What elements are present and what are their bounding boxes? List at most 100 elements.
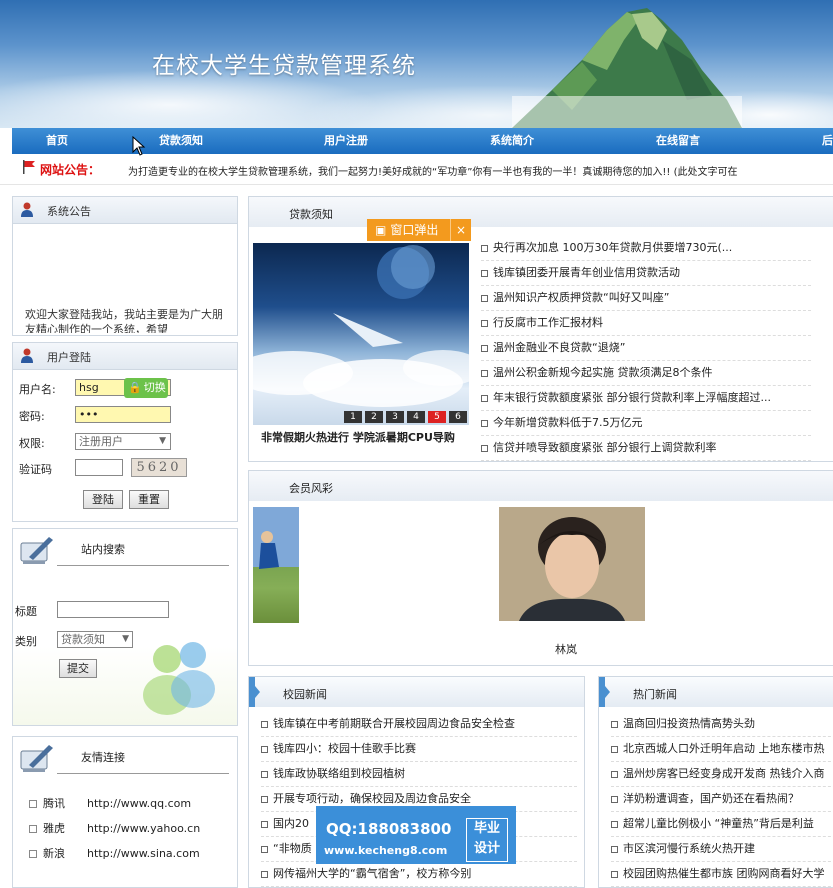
panel-title: 贷款须知 <box>289 208 333 221</box>
news-item[interactable]: 钱库镇在中考前期联合开展校园周边食品安全检查 <box>261 715 515 731</box>
slideshow-page-button[interactable]: 1 <box>344 411 362 423</box>
member-photo-partial[interactable] <box>253 507 299 623</box>
panel-title: 站内搜索 <box>81 543 125 556</box>
news-item[interactable]: 超常儿童比例极小 “神童热”背后是利益 <box>611 815 814 831</box>
panel-header: 站内搜索 <box>13 529 237 573</box>
reset-button[interactable]: 重置 <box>129 490 169 509</box>
bullet-icon <box>261 795 268 803</box>
link-item[interactable]: 腾讯 http://www.qq.com <box>29 795 191 811</box>
news-title[interactable]: 开展专项行动，确保校园及周边食品安全 <box>273 792 471 805</box>
news-title[interactable]: 今年新增贷款料低于7.5万亿元 <box>493 416 643 429</box>
nav-admin[interactable]: 后 <box>822 128 833 154</box>
panel-title: 用户登陆 <box>47 351 91 364</box>
news-title[interactable]: 钱库政协联络组到校园植树 <box>273 767 405 780</box>
search-title-input[interactable] <box>57 601 169 618</box>
qq-watermark: QQ:188083800 www.kecheng8.com 毕业 设计 <box>316 806 516 864</box>
slideshow-page-button[interactable]: 6 <box>449 411 467 423</box>
member-portrait-image <box>499 507 645 621</box>
password-input[interactable]: ••• <box>75 406 171 423</box>
news-title[interactable]: 温州知识产权质押贷款“叫好又叫座” <box>493 291 669 304</box>
news-title[interactable]: 北京西城人口外迁明年启动 上地东楼市热 <box>623 742 825 755</box>
news-item[interactable]: 网传福州大学的“霸气宿舍”，校方称今别 <box>261 865 471 881</box>
captcha-input[interactable] <box>75 459 123 476</box>
link-url[interactable]: http://www.sina.com <box>87 847 200 860</box>
news-item[interactable]: 温州炒房客已经变身成开发商 热钱介入商 <box>611 765 825 781</box>
search-category-select[interactable]: 贷款须知 ▼ <box>57 631 133 648</box>
slideshow-caption[interactable]: 非常假期火热进行 学院派暑期CPU导购 <box>261 429 455 445</box>
news-item[interactable]: 钱库政协联络组到校园植树 <box>261 765 405 781</box>
news-item[interactable]: 市区滨河慢行系统火热开建 <box>611 840 755 856</box>
news-item[interactable]: 钱库四小：校园十佳歌手比赛 <box>261 740 416 756</box>
search-category-label: 类别 <box>15 635 37 648</box>
role-select[interactable]: 注册用户 ▼ <box>75 433 171 450</box>
news-item[interactable]: 校园团购热催生都市族 团购网商看好大学 <box>611 865 825 881</box>
news-title[interactable]: 国内20 <box>273 817 309 830</box>
news-title[interactable]: 行反腐市工作汇报材料 <box>493 316 603 329</box>
slideshow-page-button[interactable]: 3 <box>386 411 404 423</box>
news-title[interactable]: 温商回归投资热情高势头劲 <box>623 717 755 730</box>
news-item[interactable]: 年末银行贷款额度紧张 部分银行贷款利率上浮幅度超过... <box>481 389 771 405</box>
news-item[interactable]: 央行再次加息 100万30年贷款月供要增730元(... <box>481 239 732 255</box>
news-title[interactable]: 钱库镇在中考前期联合开展校园周边食品安全检查 <box>273 717 515 730</box>
announcement-label: 网站公告： <box>40 163 101 177</box>
close-icon[interactable]: × <box>450 219 471 241</box>
news-title[interactable]: 温州公积金新规今起实施 贷款须满足8个条件 <box>493 366 713 379</box>
news-title[interactable]: 洋奶粉遭调查，国产奶还在看热闹？ <box>623 792 799 805</box>
news-item[interactable]: 洋奶粉遭调查，国产奶还在看热闹？ <box>611 790 799 806</box>
panel-header: 用户登陆 <box>13 343 237 370</box>
popup-window-button[interactable]: ▣ 窗口弹出 × <box>367 219 471 241</box>
pen-monitor-icon <box>20 537 53 564</box>
news-item[interactable]: 行反腐市工作汇报材料 <box>481 314 603 330</box>
news-title[interactable]: 市区滨河慢行系统火热开建 <box>623 842 755 855</box>
news-item[interactable]: 温商回归投资热情高势头劲 <box>611 715 755 731</box>
news-item[interactable]: 温州金融业不良贷款“退烧” <box>481 339 625 355</box>
section-tab-icon <box>599 677 610 707</box>
bullet-icon <box>611 770 618 778</box>
news-item[interactable]: 开展专项行动，确保校园及周边食品安全 <box>261 790 471 806</box>
news-item[interactable]: 今年新增贷款料低于7.5万亿元 <box>481 414 643 430</box>
link-url[interactable]: http://www.qq.com <box>87 797 191 810</box>
slideshow-page-button[interactable]: 2 <box>365 411 383 423</box>
news-item[interactable]: 北京西城人口外迁明年启动 上地东楼市热 <box>611 740 825 756</box>
news-title[interactable]: 年末银行贷款额度紧张 部分银行贷款利率上浮幅度超过... <box>493 391 771 404</box>
nav-register[interactable]: 用户注册 <box>324 128 368 154</box>
link-url[interactable]: http://www.yahoo.cn <box>87 822 200 835</box>
member-photo[interactable] <box>499 507 645 621</box>
panel-title: 会员风彩 <box>289 482 333 495</box>
link-item[interactable]: 新浪 http://www.sina.com <box>29 845 200 861</box>
news-title[interactable]: 温州炒房客已经变身成开发商 热钱介入商 <box>623 767 825 780</box>
news-title[interactable]: 信贷并喷导致额度紧张 部分银行上调贷款利率 <box>493 441 717 454</box>
news-title[interactable]: “非物质 <box>273 842 312 855</box>
member-name[interactable]: 林岚 <box>555 641 577 657</box>
news-item[interactable]: “非物质 <box>261 840 312 856</box>
news-title[interactable]: 校园团购热催生都市族 团购网商看好大学 <box>623 867 825 880</box>
switch-account-button[interactable]: 🔒 切换 <box>124 378 168 398</box>
search-submit-button[interactable]: 提交 <box>59 659 97 678</box>
divider <box>261 736 577 738</box>
nav-loan-notice[interactable]: 贷款须知 <box>159 128 203 154</box>
slideshow-page-button[interactable]: 4 <box>407 411 425 423</box>
divider <box>481 435 811 437</box>
news-item[interactable]: 信贷并喷导致额度紧张 部分银行上调贷款利率 <box>481 439 717 455</box>
tag-line: 毕业 <box>473 821 500 836</box>
news-slideshow[interactable]: 123456 <box>253 243 469 425</box>
news-item[interactable]: 国内20 <box>261 815 309 831</box>
news-item[interactable]: 温州公积金新规今起实施 贷款须满足8个条件 <box>481 364 713 380</box>
nav-home[interactable]: 首页 <box>46 128 68 154</box>
news-item[interactable]: 温州知识产权质押贷款“叫好又叫座” <box>481 289 669 305</box>
news-title[interactable]: 网传福州大学的“霸气宿舍”，校方称今别 <box>273 867 471 880</box>
news-title[interactable]: 央行再次加息 100万30年贷款月供要增730元(... <box>493 241 732 254</box>
news-title[interactable]: 超常儿童比例极小 “神童热”背后是利益 <box>623 817 814 830</box>
news-title[interactable]: 温州金融业不良贷款“退烧” <box>493 341 625 354</box>
news-item[interactable]: 钱库镇团委开展青年创业信用贷款活动 <box>481 264 680 280</box>
captcha-image[interactable]: 5620 <box>131 458 187 477</box>
nav-about[interactable]: 系统简介 <box>490 128 534 154</box>
qq-number: QQ:188083800 <box>326 820 452 838</box>
news-title[interactable]: 钱库镇团委开展青年创业信用贷款活动 <box>493 266 680 279</box>
login-button[interactable]: 登陆 <box>83 490 123 509</box>
category-select-value: 贷款须知 <box>61 633 105 646</box>
nav-message[interactable]: 在线留言 <box>656 128 700 154</box>
link-item[interactable]: 雅虎 http://www.yahoo.cn <box>29 820 200 836</box>
slideshow-page-button[interactable]: 5 <box>428 411 446 423</box>
news-title[interactable]: 钱库四小：校园十佳歌手比赛 <box>273 742 416 755</box>
